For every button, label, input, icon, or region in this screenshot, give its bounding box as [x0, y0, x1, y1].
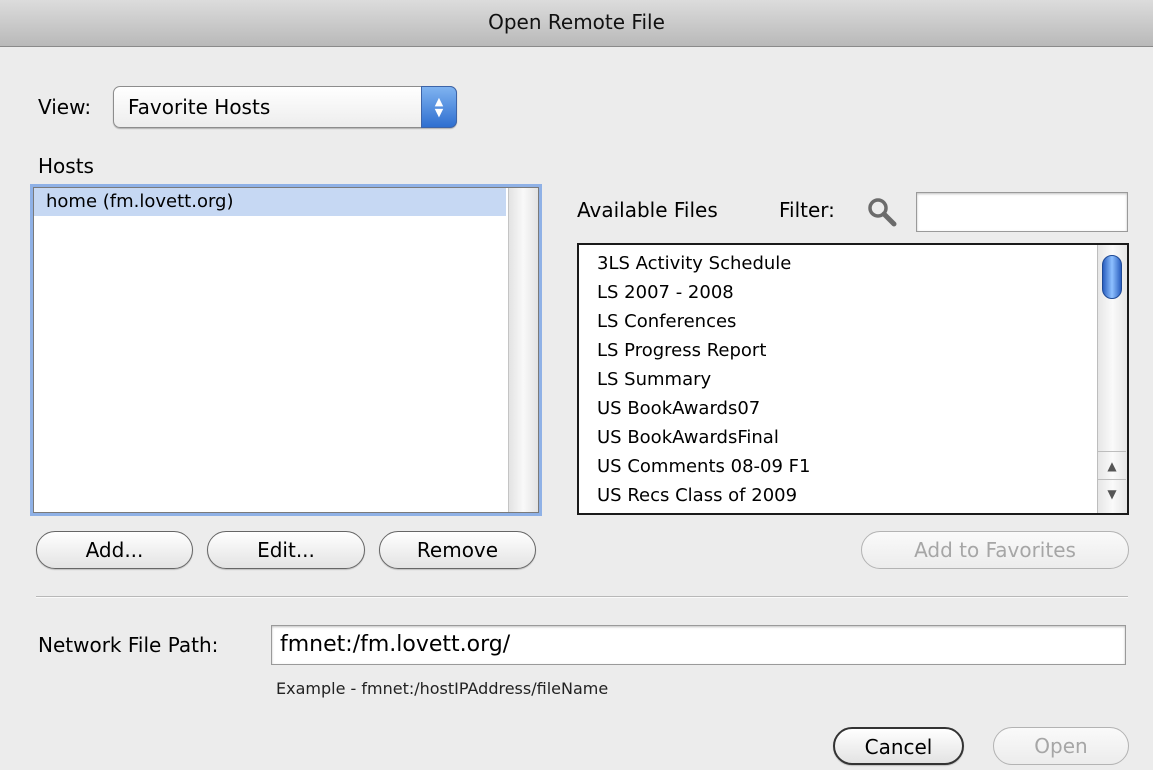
edit-host-button[interactable]: Edit... — [207, 531, 365, 569]
network-file-path-label: Network File Path: — [38, 633, 219, 657]
open-button[interactable]: Open — [993, 727, 1129, 765]
view-popup[interactable]: Favorite Hosts ▲ ▼ — [113, 86, 457, 128]
host-item-home[interactable]: home (fm.lovett.org) — [34, 188, 506, 216]
filter-label: Filter: — [779, 198, 835, 222]
cancel-button[interactable]: Cancel — [833, 727, 964, 765]
scroll-up-arrow-icon[interactable]: ▲ — [1098, 451, 1126, 480]
filter-input[interactable] — [916, 192, 1128, 232]
add-host-button[interactable]: Add... — [36, 531, 193, 569]
up-down-arrows-icon: ▲ ▼ — [421, 86, 457, 128]
hosts-list[interactable]: home (fm.lovett.org) — [33, 187, 539, 513]
add-to-favorites-button[interactable]: Add to Favorites — [861, 531, 1129, 569]
available-files-label: Available Files — [577, 198, 718, 222]
window-title: Open Remote File — [488, 10, 665, 34]
scroll-down-arrow-icon[interactable]: ▼ — [1098, 479, 1126, 508]
file-item[interactable]: US Recs Class of 2009 — [579, 481, 1099, 510]
network-file-path-input[interactable]: fmnet:/fm.lovett.org/ — [271, 625, 1126, 665]
file-item[interactable]: LS Progress Report — [579, 336, 1099, 365]
title-bar: Open Remote File — [0, 0, 1153, 47]
file-item[interactable]: US BookAwardsFinal — [579, 423, 1099, 452]
example-text: Example - fmnet:/hostIPAddress/fileName — [276, 679, 609, 698]
file-item[interactable]: US Comments 08-09 F1 — [579, 452, 1099, 481]
available-files-list[interactable]: 3LS Activity Schedule LS 2007 - 2008 LS … — [577, 243, 1129, 515]
file-item[interactable]: LS 2007 - 2008 — [579, 278, 1099, 307]
view-label: View: — [38, 95, 92, 119]
hosts-scrollbar[interactable] — [508, 188, 538, 512]
scrollbar-thumb[interactable] — [1102, 255, 1122, 299]
file-item[interactable]: US BookAwards07 — [579, 394, 1099, 423]
view-popup-value: Favorite Hosts — [128, 95, 271, 119]
hosts-label: Hosts — [38, 154, 94, 178]
file-item[interactable]: 3LS Activity Schedule — [579, 249, 1099, 278]
files-scrollbar[interactable]: ▲ ▼ — [1097, 245, 1127, 513]
file-item[interactable]: LS Summary — [579, 365, 1099, 394]
search-icon — [868, 198, 897, 227]
separator — [36, 596, 1128, 598]
file-item[interactable]: LS Conferences — [579, 307, 1099, 336]
remove-host-button[interactable]: Remove — [379, 531, 536, 569]
